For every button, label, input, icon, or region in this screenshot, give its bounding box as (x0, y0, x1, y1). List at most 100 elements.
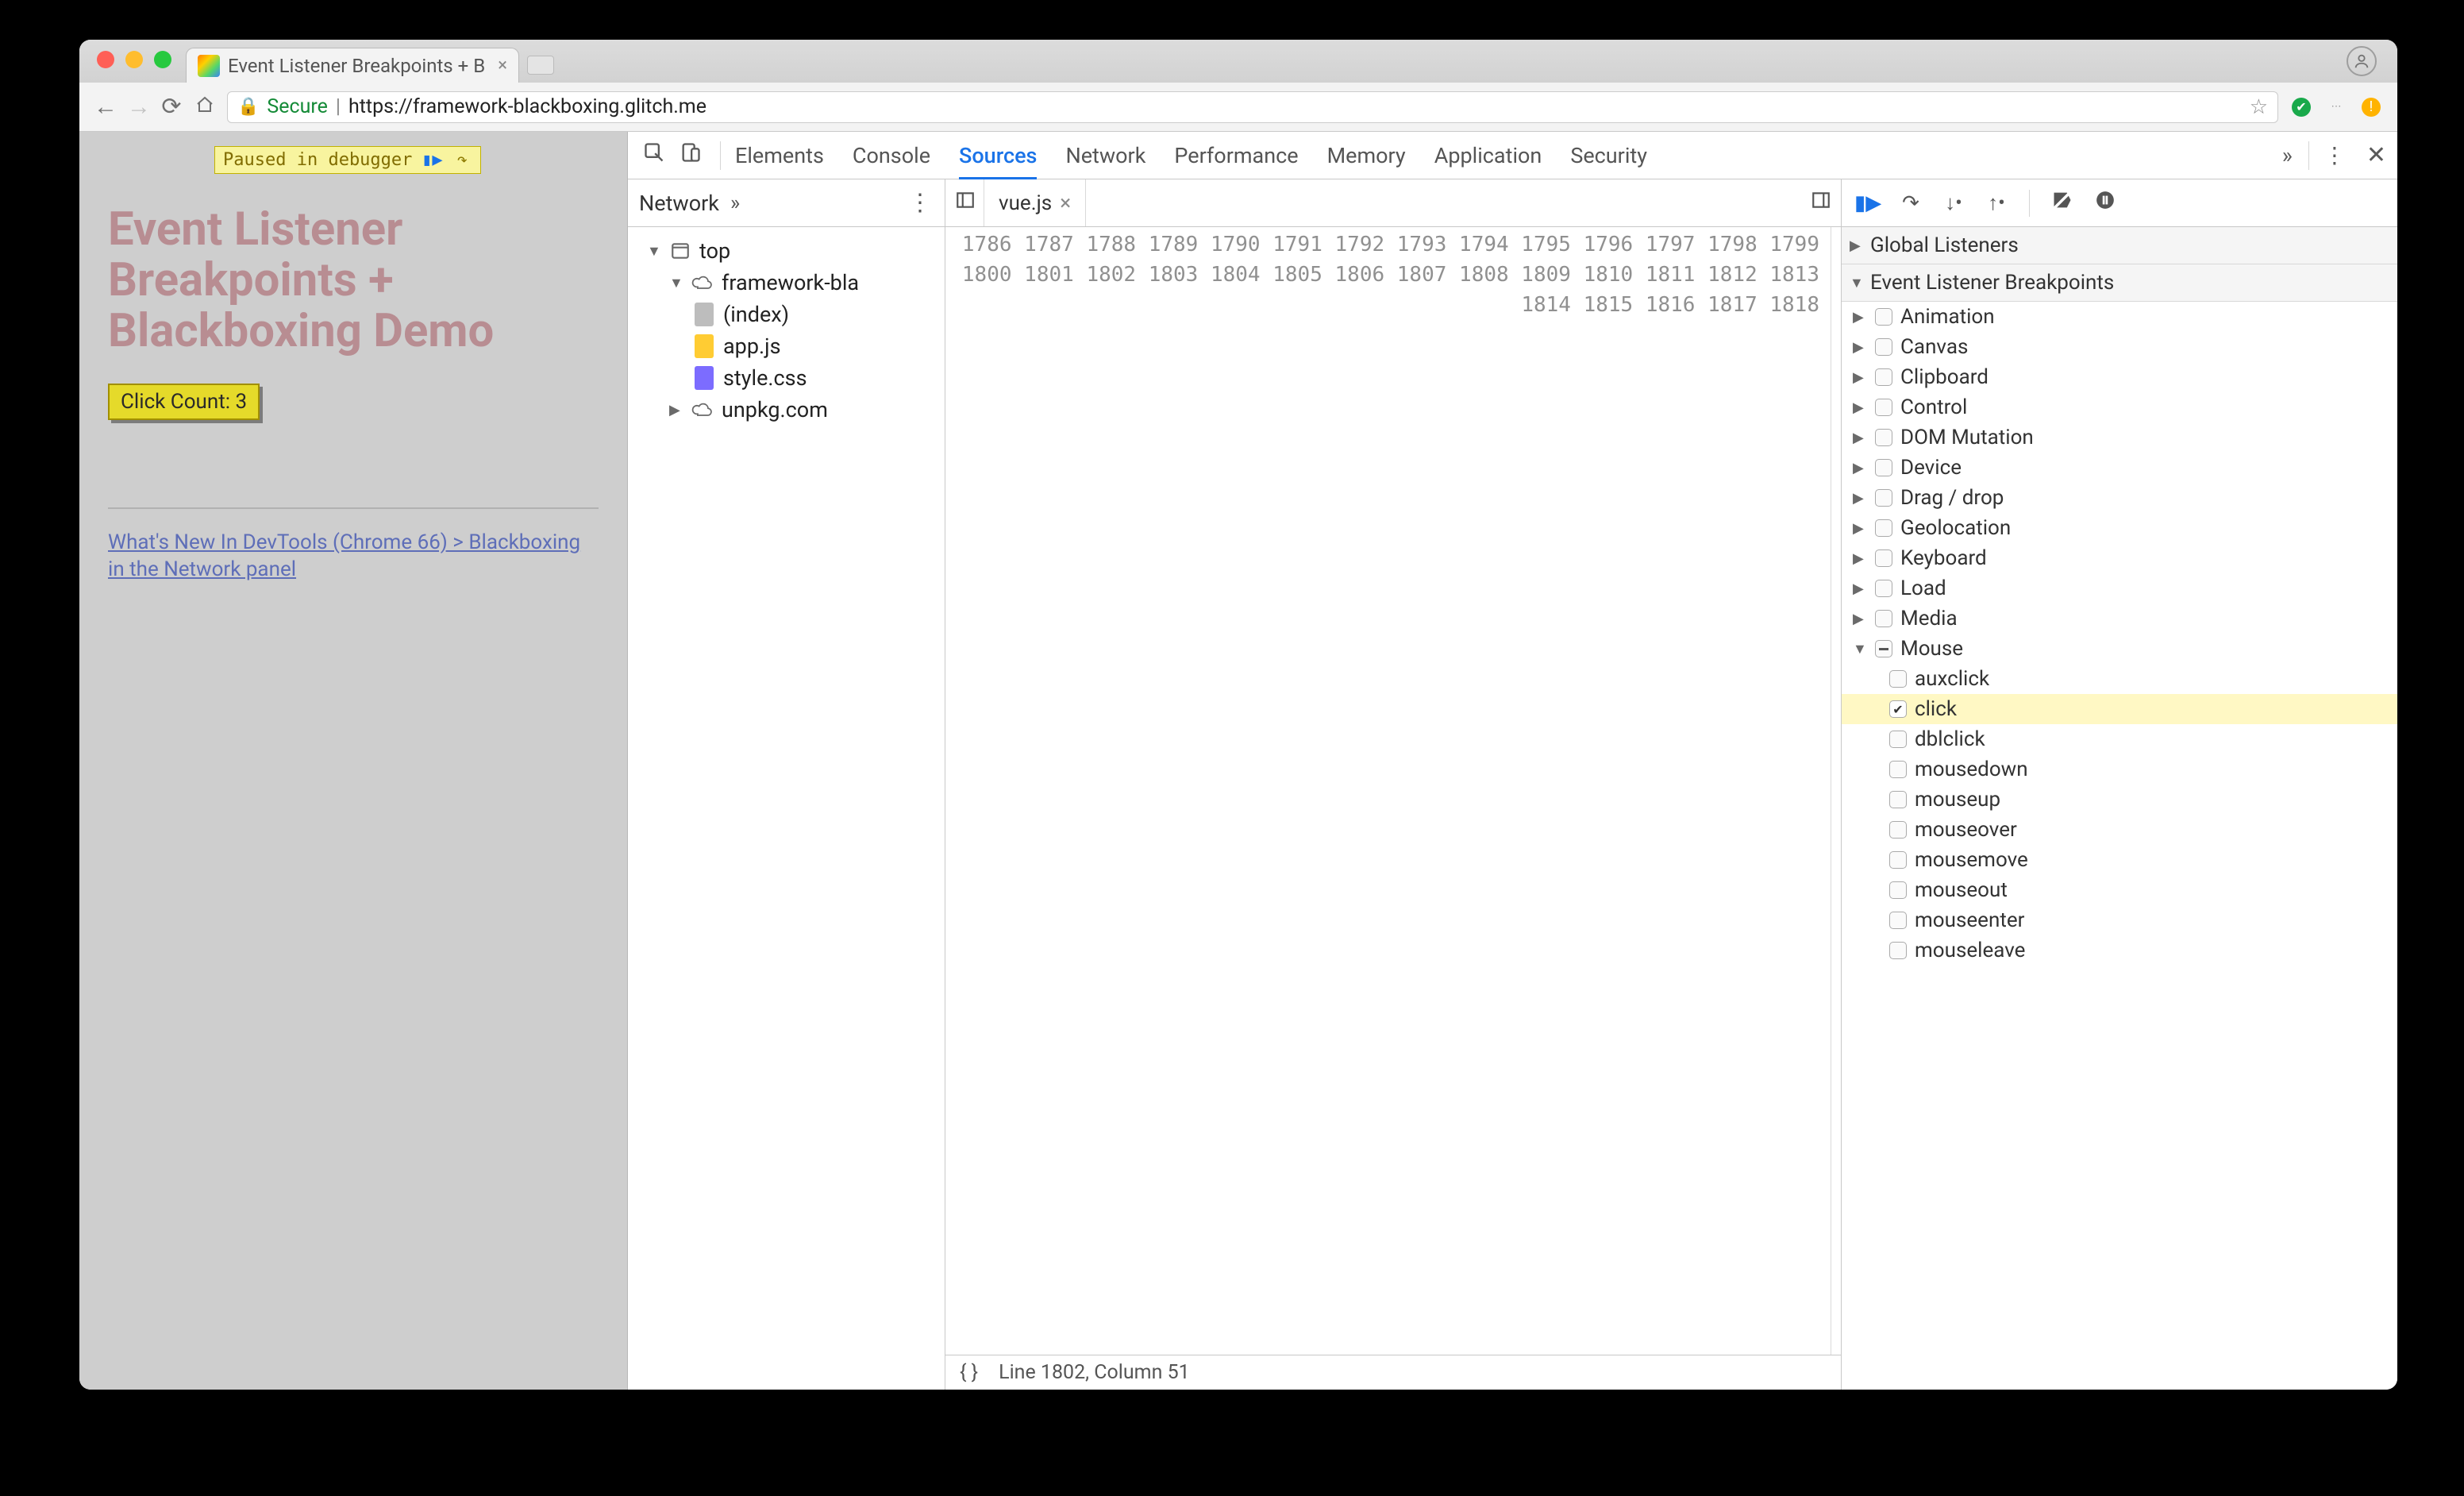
checkbox-icon[interactable] (1875, 429, 1892, 446)
elb-category[interactable]: ▶Media (1842, 603, 2397, 634)
devtools-tab-console[interactable]: Console (853, 132, 930, 179)
step-over-icon[interactable]: ↷ (1897, 191, 1924, 215)
checkbox-icon[interactable] (1875, 399, 1892, 416)
maximize-window-icon[interactable] (154, 51, 171, 68)
checkbox-mixed-icon[interactable] (1875, 640, 1892, 657)
checkbox-icon[interactable] (1875, 459, 1892, 476)
close-window-icon[interactable] (97, 51, 114, 68)
tree-top[interactable]: ▼ top (633, 235, 940, 267)
devtools-tab-security[interactable]: Security (1570, 132, 1647, 179)
minimize-window-icon[interactable] (125, 51, 143, 68)
elb-event-auxclick[interactable]: auxclick (1842, 664, 2397, 694)
elb-category[interactable]: ▶Load (1842, 573, 2397, 603)
home-button[interactable] (194, 93, 216, 121)
browser-tab[interactable]: Event Listener Breakpoints + B × (186, 48, 519, 83)
devtools-tab-sources[interactable]: Sources (959, 132, 1037, 179)
checkbox-icon[interactable]: ✔ (1889, 700, 1907, 718)
checkbox-icon[interactable] (1875, 610, 1892, 627)
devtools-tab-memory[interactable]: Memory (1327, 132, 1406, 179)
checkbox-icon[interactable] (1889, 912, 1907, 929)
navigator-menu-icon[interactable]: ⋮ (908, 189, 934, 217)
checkbox-icon[interactable] (1875, 549, 1892, 567)
elb-category-mouse[interactable]: ▼Mouse (1842, 634, 2397, 664)
devtools-menu-icon[interactable]: ⋮ (2323, 142, 2347, 168)
elb-event-dblclick[interactable]: dblclick (1842, 724, 2397, 754)
editor-tab[interactable]: vue.js × (984, 179, 1086, 226)
tree-file-stylecss[interactable]: style.css (633, 362, 940, 394)
checkbox-icon[interactable] (1889, 881, 1907, 899)
toggle-navigator-icon[interactable] (955, 190, 976, 216)
checkbox-icon[interactable] (1889, 942, 1907, 959)
devtools-tab-application[interactable]: Application (1434, 132, 1542, 179)
toggle-debugger-icon[interactable] (1811, 190, 1831, 216)
elb-category[interactable]: ▶Clipboard (1842, 362, 2397, 392)
reload-button[interactable]: ⟳ (160, 93, 183, 121)
elb-category[interactable]: ▶Device (1842, 453, 2397, 483)
accordion-event-listener-bp[interactable]: ▼ Event Listener Breakpoints (1842, 264, 2397, 302)
extension-1[interactable]: ✔ (2289, 95, 2313, 119)
whats-new-link[interactable]: What's New In DevTools (Chrome 66) > Bla… (108, 530, 599, 584)
elb-event-mouseover[interactable]: mouseover (1842, 815, 2397, 845)
devtools-more-icon[interactable]: » (2282, 142, 2294, 168)
elb-category[interactable]: ▶Geolocation (1842, 513, 2397, 543)
elb-event-mouseout[interactable]: mouseout (1842, 875, 2397, 905)
bookmark-icon[interactable]: ☆ (2250, 95, 2268, 119)
elb-event-click[interactable]: ✔click (1842, 694, 2397, 724)
checkbox-icon[interactable] (1875, 580, 1892, 597)
elb-category[interactable]: ▶Control (1842, 392, 2397, 422)
device-toggle-icon[interactable] (676, 141, 706, 169)
mini-resume-icon[interactable]: ▮▶ (422, 152, 442, 169)
checkbox-icon[interactable] (1889, 851, 1907, 869)
elb-event-mouseleave[interactable]: mouseleave (1842, 935, 2397, 966)
forward-button[interactable]: → (127, 93, 149, 121)
elb-event-mouseenter[interactable]: mouseenter (1842, 905, 2397, 935)
elb-category[interactable]: ▶DOM Mutation (1842, 422, 2397, 453)
step-into-icon[interactable]: ↓• (1940, 191, 1967, 215)
pretty-print-icon[interactable]: { } (960, 1361, 978, 1384)
close-editor-tab-icon[interactable]: × (1060, 191, 1071, 215)
elb-event-mousedown[interactable]: mousedown (1842, 754, 2397, 785)
tree-file-appjs[interactable]: app.js (633, 330, 940, 362)
elb-category[interactable]: ▶Drag / drop (1842, 483, 2397, 513)
pause-exceptions-icon[interactable] (2092, 190, 2119, 216)
back-button[interactable]: ← (94, 93, 116, 121)
accordion-global-listeners[interactable]: ▶ Global Listeners (1842, 227, 2397, 264)
checkbox-icon[interactable] (1889, 670, 1907, 688)
close-tab-icon[interactable]: × (498, 56, 507, 75)
deactivate-bp-icon[interactable] (2049, 189, 2076, 217)
extension-3[interactable]: ! (2359, 95, 2383, 119)
devtools-tab-elements[interactable]: Elements (735, 132, 824, 179)
elb-category[interactable]: ▶Keyboard (1842, 543, 2397, 573)
devtools-tab-network[interactable]: Network (1065, 132, 1145, 179)
checkbox-icon[interactable] (1889, 731, 1907, 748)
step-out-icon[interactable]: ↑• (1983, 191, 2010, 215)
checkbox-icon[interactable] (1875, 519, 1892, 537)
checkbox-icon[interactable] (1875, 368, 1892, 386)
devtools-close-icon[interactable]: ✕ (2366, 141, 2386, 169)
extension-2[interactable]: ⋯ (2324, 95, 2348, 119)
checkbox-icon[interactable] (1889, 821, 1907, 839)
checkbox-icon[interactable] (1875, 308, 1892, 326)
checkbox-icon[interactable] (1889, 761, 1907, 778)
mini-step-icon[interactable]: ↷ (452, 152, 472, 169)
new-tab-button[interactable] (527, 56, 554, 75)
checkbox-icon[interactable] (1889, 791, 1907, 808)
devtools-tab-performance[interactable]: Performance (1174, 132, 1298, 179)
elb-event-mousemove[interactable]: mousemove (1842, 845, 2397, 875)
navigator-tab[interactable]: Network (639, 191, 719, 216)
navigator-more-icon[interactable]: » (730, 191, 740, 215)
profile-button[interactable] (2347, 46, 2377, 76)
tree-file-index[interactable]: (index) (633, 299, 940, 330)
tree-domain[interactable]: ▼ framework-bla (633, 267, 940, 299)
code-area[interactable]: 1786 1787 1788 1789 1790 1791 1792 1793 … (945, 227, 1841, 1355)
checkbox-icon[interactable] (1875, 338, 1892, 356)
elb-category[interactable]: ▶Canvas (1842, 332, 2397, 362)
omnibox[interactable]: 🔒 Secure | https://framework-blackboxing… (227, 91, 2278, 123)
elb-event-mouseup[interactable]: mouseup (1842, 785, 2397, 815)
tree-unpkg[interactable]: ▶ unpkg.com (633, 394, 940, 426)
inspect-icon[interactable] (639, 141, 669, 169)
elb-category[interactable]: ▶Animation (1842, 302, 2397, 332)
checkbox-icon[interactable] (1875, 489, 1892, 507)
click-count-button[interactable]: Click Count: 3 (108, 384, 260, 420)
resume-icon[interactable]: ▮▶ (1854, 191, 1881, 215)
